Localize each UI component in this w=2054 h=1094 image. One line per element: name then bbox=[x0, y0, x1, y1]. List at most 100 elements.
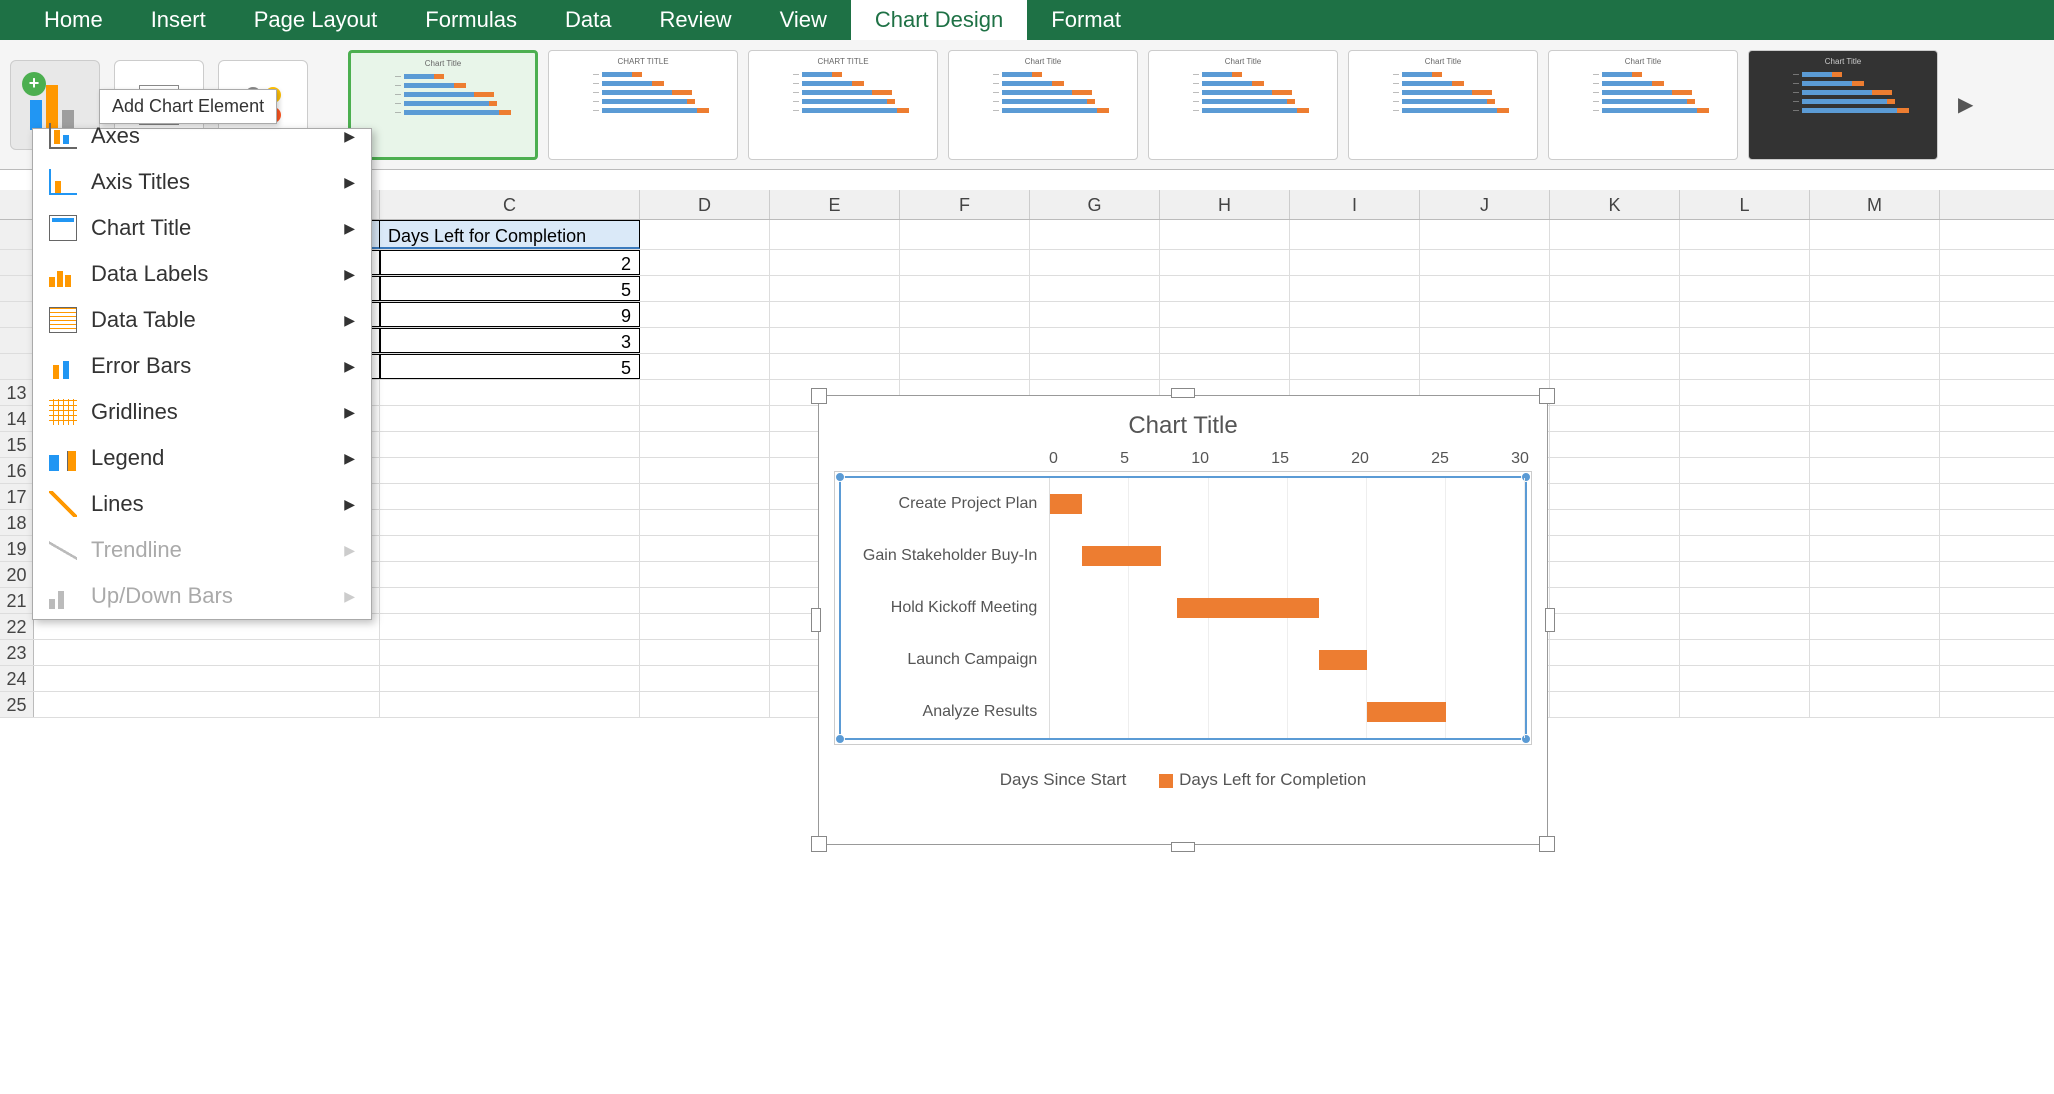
tab-page-layout[interactable]: Page Layout bbox=[230, 0, 402, 40]
cell[interactable] bbox=[1810, 692, 1940, 717]
cell[interactable] bbox=[1680, 666, 1810, 691]
row-header[interactable]: 23 bbox=[0, 640, 34, 665]
row-header[interactable]: 19 bbox=[0, 536, 34, 561]
resize-handle[interactable] bbox=[1171, 842, 1195, 852]
col-header-D[interactable]: D bbox=[640, 190, 770, 219]
col-header-L[interactable]: L bbox=[1680, 190, 1810, 219]
cell[interactable] bbox=[1680, 640, 1810, 665]
cell[interactable] bbox=[1680, 692, 1810, 717]
cell[interactable] bbox=[1680, 458, 1810, 483]
cell[interactable]: 9 bbox=[380, 302, 640, 327]
cell[interactable] bbox=[1550, 588, 1680, 613]
menu-axes[interactable]: Axes ▶ bbox=[33, 123, 371, 159]
cell[interactable] bbox=[1680, 562, 1810, 587]
cell[interactable] bbox=[1550, 406, 1680, 431]
chart-style-3[interactable]: CHART TITLE — — — — — bbox=[748, 50, 938, 160]
resize-handle[interactable] bbox=[811, 836, 827, 852]
cell[interactable] bbox=[640, 536, 770, 561]
menu-data-labels[interactable]: Data Labels ▶ bbox=[33, 251, 371, 297]
cell[interactable] bbox=[1680, 406, 1810, 431]
col-header-M[interactable]: M bbox=[1810, 190, 1940, 219]
selection-handle[interactable] bbox=[835, 472, 845, 482]
cell[interactable] bbox=[1810, 588, 1940, 613]
cell[interactable]: 5 bbox=[380, 276, 640, 301]
cell[interactable] bbox=[1680, 432, 1810, 457]
row-header[interactable]: 20 bbox=[0, 562, 34, 587]
cell[interactable] bbox=[640, 588, 770, 613]
row-header[interactable]: 13 bbox=[0, 380, 34, 405]
chart-plot-area[interactable]: 0 5 10 15 20 25 30 Create Project PlanGa… bbox=[839, 450, 1527, 740]
cell[interactable] bbox=[380, 640, 640, 665]
menu-lines[interactable]: Lines ▶ bbox=[33, 481, 371, 527]
cell[interactable] bbox=[1550, 510, 1680, 535]
tab-home[interactable]: Home bbox=[20, 0, 127, 40]
menu-gridlines[interactable]: Gridlines ▶ bbox=[33, 389, 371, 435]
chart-style-8[interactable]: Chart Title — — — — — bbox=[1748, 50, 1938, 160]
cell[interactable] bbox=[380, 380, 640, 405]
selection-handle[interactable] bbox=[835, 734, 845, 744]
menu-error-bars[interactable]: Error Bars ▶ bbox=[33, 343, 371, 389]
cell[interactable] bbox=[1550, 380, 1680, 405]
embedded-chart[interactable]: Chart Title 0 5 10 15 20 25 30 Create Pr… bbox=[818, 395, 1548, 845]
cell[interactable] bbox=[34, 666, 380, 691]
cell[interactable] bbox=[380, 510, 640, 535]
cell[interactable] bbox=[1680, 510, 1810, 535]
cell[interactable] bbox=[380, 406, 640, 431]
cell[interactable] bbox=[34, 640, 380, 665]
cell[interactable] bbox=[1810, 562, 1940, 587]
cell[interactable] bbox=[640, 640, 770, 665]
col-header-H[interactable]: H bbox=[1160, 190, 1290, 219]
resize-handle[interactable] bbox=[1539, 388, 1555, 404]
gantt-bar[interactable] bbox=[1050, 494, 1082, 514]
cell[interactable] bbox=[640, 484, 770, 509]
row-header[interactable]: 24 bbox=[0, 666, 34, 691]
cell[interactable] bbox=[380, 458, 640, 483]
chart-style-5[interactable]: Chart Title — — — — — bbox=[1148, 50, 1338, 160]
row-header[interactable]: 15 bbox=[0, 432, 34, 457]
chart-style-4[interactable]: Chart Title — — — — — bbox=[948, 50, 1138, 160]
cell[interactable] bbox=[380, 562, 640, 587]
row-header[interactable]: 17 bbox=[0, 484, 34, 509]
cell[interactable] bbox=[1550, 562, 1680, 587]
cell[interactable] bbox=[640, 432, 770, 457]
cell[interactable] bbox=[1550, 666, 1680, 691]
chart-style-2[interactable]: CHART TITLE — — — — — bbox=[548, 50, 738, 160]
cell[interactable]: 5 bbox=[380, 354, 640, 379]
cell[interactable] bbox=[1810, 640, 1940, 665]
tab-format[interactable]: Format bbox=[1027, 0, 1145, 40]
cell[interactable] bbox=[1680, 484, 1810, 509]
chart-title[interactable]: Chart Title bbox=[839, 412, 1527, 440]
chart-styles-more-icon[interactable]: ▶ bbox=[1948, 92, 1983, 117]
col-header-G[interactable]: G bbox=[1030, 190, 1160, 219]
menu-data-table[interactable]: Data Table ▶ bbox=[33, 297, 371, 343]
cell[interactable] bbox=[1810, 666, 1940, 691]
chart-style-7[interactable]: Chart Title — — — — — bbox=[1548, 50, 1738, 160]
cell[interactable] bbox=[1810, 614, 1940, 639]
cell[interactable] bbox=[1550, 640, 1680, 665]
cell-header-c[interactable]: Days Left for Completion bbox=[380, 220, 640, 249]
chart-legend[interactable]: Days Since Start Days Left for Completio… bbox=[839, 770, 1527, 790]
cell[interactable] bbox=[1810, 458, 1940, 483]
col-header-I[interactable]: I bbox=[1290, 190, 1420, 219]
cell[interactable] bbox=[1810, 484, 1940, 509]
cell[interactable] bbox=[1550, 458, 1680, 483]
cell[interactable] bbox=[1680, 536, 1810, 561]
tab-review[interactable]: Review bbox=[635, 0, 755, 40]
menu-axis-titles[interactable]: Axis Titles ▶ bbox=[33, 159, 371, 205]
cell[interactable] bbox=[380, 588, 640, 613]
cell[interactable] bbox=[640, 614, 770, 639]
tab-insert[interactable]: Insert bbox=[127, 0, 230, 40]
cell[interactable] bbox=[1810, 406, 1940, 431]
row-header[interactable]: 18 bbox=[0, 510, 34, 535]
tab-data[interactable]: Data bbox=[541, 0, 635, 40]
cell[interactable] bbox=[1810, 536, 1940, 561]
gantt-bar[interactable] bbox=[1177, 598, 1319, 618]
cell[interactable] bbox=[1550, 692, 1680, 717]
cell[interactable] bbox=[1810, 380, 1940, 405]
cell[interactable] bbox=[34, 692, 380, 717]
row-header[interactable]: 16 bbox=[0, 458, 34, 483]
menu-legend[interactable]: Legend ▶ bbox=[33, 435, 371, 481]
cell[interactable] bbox=[1680, 380, 1810, 405]
cell[interactable] bbox=[640, 380, 770, 405]
gantt-bar[interactable] bbox=[1082, 546, 1161, 566]
